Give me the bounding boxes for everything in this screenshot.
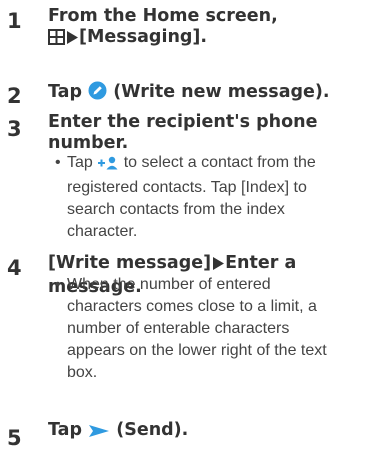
step-heading-text: Tap: [48, 82, 83, 102]
step-heading: From the Home screen, [Messaging].: [48, 6, 378, 51]
note-line: number of enterable characters: [67, 320, 290, 337]
step-heading-text: (Send).: [116, 420, 189, 440]
step-number: 5: [7, 426, 22, 450]
note-line: characters comes close to a limit, a: [67, 298, 317, 315]
bullet-dot: •: [55, 154, 61, 171]
step-heading-line: Enter the recipient's phone: [48, 112, 318, 132]
step-note: • When the number of entered characters …: [55, 274, 380, 384]
note-line: When the number of entered: [67, 276, 271, 293]
note-text: Tap: [67, 154, 93, 171]
step-heading-line: number.: [48, 133, 129, 153]
step-heading: Tap (Write new message).: [48, 81, 378, 106]
step-heading-bracket: [Messaging].: [79, 27, 208, 47]
step-number: 1: [7, 9, 22, 33]
note-line: character.: [67, 223, 138, 240]
note-line: Tap to select a contact from the: [67, 152, 380, 177]
note-text: to select a contact from the: [123, 154, 316, 171]
note-line: box.: [67, 364, 98, 381]
step-heading-line: From the Home screen,: [48, 6, 278, 26]
step-heading-text: Tap: [48, 420, 83, 440]
apps-grid-icon: [48, 29, 65, 51]
step-heading-text: (Write new message).: [113, 82, 330, 102]
step-number: 4: [7, 256, 22, 280]
note-line: registered contacts. Tap [Index] to: [67, 179, 307, 196]
step-note: • Tap to select a contact from the regis…: [55, 152, 380, 243]
step-heading: Tap (Send).: [48, 420, 378, 444]
note-line: appears on the lower right of the text: [67, 342, 327, 359]
step-number: 2: [7, 84, 22, 108]
step-heading-text: [Write message]: [48, 253, 212, 273]
bullet-dot: •: [55, 276, 61, 293]
step-heading-line: [Messaging].: [48, 27, 378, 51]
step-heading: Enter the recipient's phone number.: [48, 112, 378, 154]
add-contact-icon: [97, 155, 119, 177]
send-arrow-icon: [88, 423, 110, 444]
note-line: search contacts from the index: [67, 201, 285, 218]
arrow-right-triangle-icon: [65, 30, 79, 51]
step-number: 3: [7, 117, 22, 141]
pencil-circle-icon: [88, 81, 107, 106]
